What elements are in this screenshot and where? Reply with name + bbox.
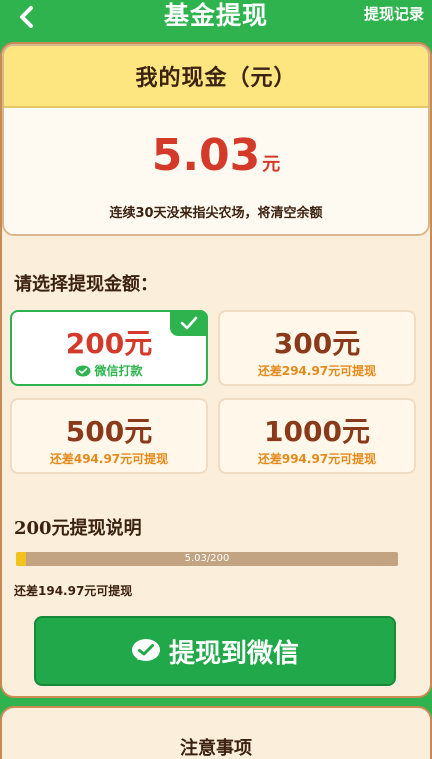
- cash-expiry-note: 连续30天没来指尖农场，将清空余额: [109, 206, 323, 221]
- cash-title: 我的现金（元）: [135, 65, 297, 91]
- choose-amount-label: 请选择提现金额：: [14, 274, 158, 295]
- option-sub: 还差294.97元可提现: [257, 364, 377, 378]
- withdraw-to-wechat-button[interactable]: 提现到微信: [34, 616, 396, 686]
- cash-card-header: 我的现金（元）: [4, 46, 428, 108]
- option-sub: 还差994.97元可提现: [257, 452, 377, 466]
- wechat-icon: [131, 639, 160, 661]
- check-icon: [180, 316, 198, 330]
- option-amount: 500元: [65, 415, 153, 448]
- top-bar: 基金提现 提现记录: [0, 0, 432, 36]
- option-sub: 还差494.97元可提现: [49, 452, 169, 466]
- selected-check-badge: [170, 310, 208, 336]
- option-300[interactable]: 300元 还差294.97元可提现: [218, 310, 416, 386]
- withdraw-button-label: 提现到微信: [168, 638, 299, 669]
- option-amount: 300元: [273, 327, 361, 360]
- explain-title: 200元提现说明: [14, 518, 142, 539]
- notice-section: 注意事项: [0, 706, 432, 759]
- cash-card: 我的现金（元） 5.03 元 连续30天没来指尖农场，将清空余额: [2, 44, 430, 236]
- cash-amount-unit: 元: [262, 154, 281, 175]
- wechat-icon: [75, 365, 91, 376]
- option-200[interactable]: 200元 微信打款: [10, 310, 208, 386]
- progress-text: 5.03/200: [184, 553, 230, 564]
- option-1000[interactable]: 1000元 还差994.97元可提现: [218, 398, 416, 474]
- cash-amount-value: 5.03: [151, 130, 261, 181]
- progress-bar: 5.03/200: [16, 552, 398, 566]
- remaining-amount-text: 还差194.97元可提现: [14, 584, 133, 598]
- withdraw-record-link[interactable]: 提现记录: [364, 2, 424, 26]
- notice-title: 注意事项: [180, 738, 252, 759]
- withdraw-panel: 我的现金（元） 5.03 元 连续30天没来指尖农场，将清空余额 请选择提现金额：…: [0, 42, 432, 698]
- wechat-payout-line: 微信打款: [12, 362, 206, 379]
- cash-amount: 5.03 元: [4, 130, 428, 181]
- option-amount: 1000元: [264, 415, 370, 448]
- option-sub: 微信打款: [94, 364, 143, 378]
- option-500[interactable]: 500元 还差494.97元可提现: [10, 398, 208, 474]
